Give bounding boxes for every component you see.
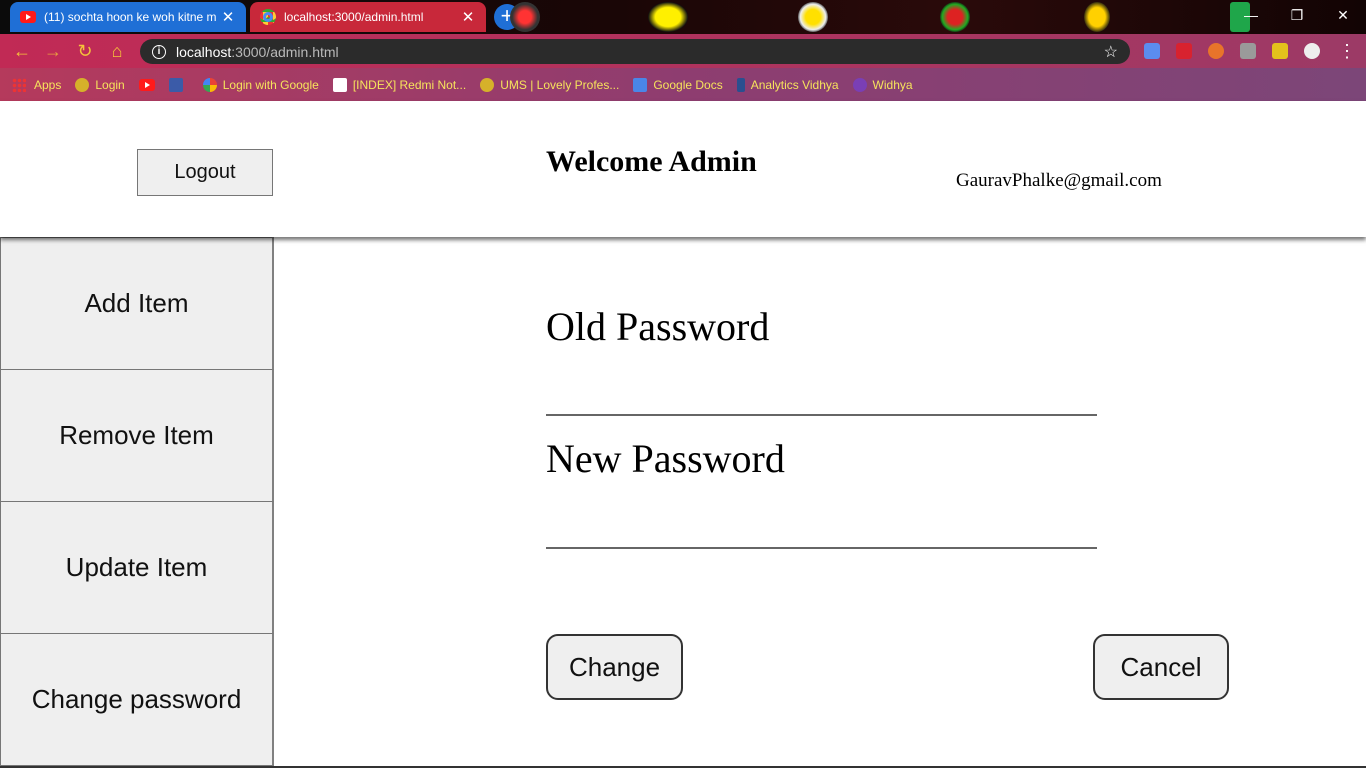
close-icon[interactable]: ✕ — [220, 8, 236, 26]
change-button[interactable]: Change — [546, 634, 683, 700]
xda-icon — [332, 77, 347, 92]
facebook-icon — [168, 77, 183, 92]
bookmark-label: Login with Google — [222, 77, 319, 92]
bookmark-label: Google Docs — [653, 77, 723, 92]
browser-tab-admin[interactable]: localhost:3000/admin.html ✕ — [250, 2, 486, 32]
extension-icon[interactable] — [1208, 43, 1224, 59]
back-arrow-icon[interactable]: ← — [11, 40, 33, 62]
sidebar-item-change-password[interactable]: Change password — [0, 633, 274, 766]
bookmark-google-docs[interactable]: Google Docs — [633, 77, 723, 92]
bookmark-analytics-vidhya[interactable]: Analytics Vidhya — [736, 77, 839, 92]
sidebar-item-add-item[interactable]: Add Item — [0, 237, 274, 370]
star-icon[interactable]: ☆ — [1104, 42, 1118, 62]
bookmark-label: [INDEX] Redmi Not... — [352, 77, 467, 92]
google-icon — [202, 77, 217, 92]
puzzle-extension-icon[interactable] — [1272, 43, 1288, 59]
url-host: localhost — [176, 43, 232, 60]
bookmark-apps[interactable]: Apps — [12, 77, 62, 92]
youtube-icon — [138, 78, 155, 91]
sidebar: Add Item Remove Item Update Item Change … — [0, 237, 274, 768]
page-header: Logout Welcome Admin GauravPhalke@gmail.… — [0, 101, 1366, 237]
bookmark-youtube[interactable] — [138, 78, 155, 91]
extension-icon[interactable] — [1176, 43, 1192, 59]
page-title: Welcome Admin — [546, 145, 757, 178]
old-password-input[interactable] — [546, 376, 1097, 416]
bookmark-widhya[interactable]: Widhya — [852, 77, 913, 92]
bookmark-label: Analytics Vidhya — [750, 77, 839, 92]
extension-icon[interactable] — [1240, 43, 1256, 59]
bookmark-ums[interactable]: UMS | Lovely Profes... — [480, 77, 620, 92]
home-icon[interactable]: ⌂ — [106, 40, 128, 62]
superman-theme-icon — [510, 2, 540, 32]
info-icon[interactable]: i — [152, 44, 166, 59]
address-bar[interactable]: i localhost:3000/admin.html ☆ — [140, 39, 1130, 64]
translate-extension-icon[interactable] — [1144, 43, 1160, 59]
restore-button[interactable]: ❐ — [1274, 0, 1320, 30]
flash-theme-icon — [798, 2, 828, 32]
bookmark-login-google[interactable]: Login with Google — [202, 77, 319, 92]
reload-icon[interactable]: ↻ — [74, 40, 96, 62]
bookmark-facebook[interactable] — [168, 77, 189, 92]
change-password-form: Old Password New Password Change Cancel — [274, 237, 1366, 768]
old-password-label: Old Password — [546, 304, 770, 349]
globe-icon — [480, 77, 495, 92]
sidebar-item-update-item[interactable]: Update Item — [0, 501, 274, 634]
tab-title: localhost:3000/admin.html — [284, 10, 424, 24]
bookmarks-bar: Apps Login Login with Google [INDEX] Red… — [0, 68, 1366, 101]
close-icon[interactable]: ✕ — [460, 8, 476, 26]
youtube-icon — [20, 11, 36, 23]
bookmark-label: UMS | Lovely Profes... — [500, 77, 620, 92]
widhya-icon — [852, 77, 867, 92]
apps-grid-icon — [12, 77, 26, 92]
new-password-label: New Password — [546, 436, 785, 481]
bookmark-label: Widhya — [872, 77, 913, 92]
browser-tab-youtube[interactable]: (11) sochta hoon ke woh kitne m ✕ — [10, 2, 246, 32]
new-password-input[interactable] — [546, 509, 1097, 549]
logout-button[interactable]: Logout — [137, 149, 273, 196]
sidebar-item-remove-item[interactable]: Remove Item — [0, 369, 274, 502]
bookmark-redmi[interactable]: [INDEX] Redmi Not... — [332, 77, 467, 92]
forward-arrow-icon[interactable]: → — [42, 40, 64, 62]
bookmark-label: Apps — [34, 77, 62, 92]
tab-title: (11) sochta hoon ke woh kitne m — [44, 10, 217, 24]
window-close-button[interactable]: ✕ — [1320, 0, 1366, 30]
batman-theme-icon — [648, 2, 688, 32]
bookmark-login[interactable]: Login — [75, 77, 125, 92]
profile-avatar-icon[interactable] — [1304, 43, 1320, 59]
url-path: :3000/admin.html — [231, 43, 339, 60]
globe-icon — [260, 9, 276, 25]
bookmark-label: Login — [95, 77, 125, 92]
admin-page: Logout Welcome Admin GauravPhalke@gmail.… — [0, 101, 1366, 768]
docs-icon — [633, 77, 648, 92]
minimize-button[interactable]: — — [1228, 0, 1274, 30]
analytics-icon — [736, 77, 745, 92]
martian-theme-icon — [940, 2, 970, 32]
cancel-button[interactable]: Cancel — [1093, 634, 1229, 700]
aquaman-theme-icon — [1084, 2, 1110, 32]
menu-icon[interactable]: ⋮ — [1336, 40, 1358, 62]
user-email: GauravPhalke@gmail.com — [956, 170, 1162, 191]
browser-toolbar: ← → ↻ ⌂ i localhost:3000/admin.html ☆ ⋮ — [0, 34, 1366, 68]
browser-tab-strip: (11) sochta hoon ke woh kitne m ✕ localh… — [0, 0, 1366, 34]
globe-icon — [75, 77, 90, 92]
